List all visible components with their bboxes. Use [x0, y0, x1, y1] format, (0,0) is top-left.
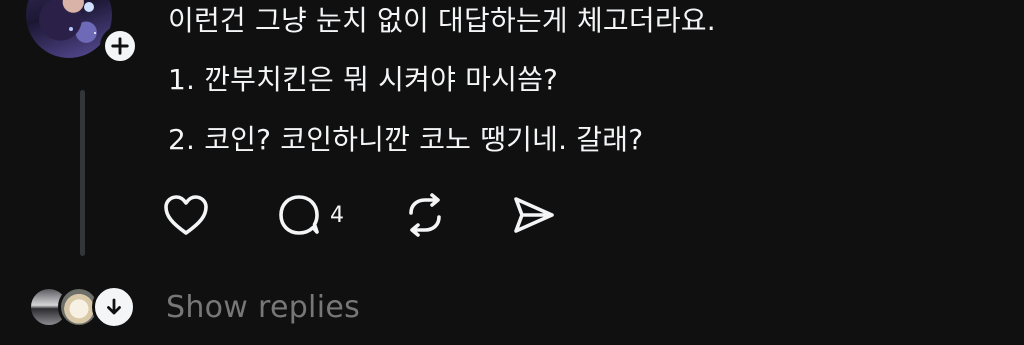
arrow-down-icon [107, 298, 121, 315]
author-avatar[interactable] [26, 0, 112, 58]
share-button[interactable] [510, 192, 556, 238]
show-replies-link[interactable]: Show replies [166, 290, 360, 325]
send-icon [514, 197, 554, 233]
post-text-line-1: 이런건 그냥 눈치 없이 대답하는게 체고더라요. [168, 4, 716, 37]
thread-line [80, 90, 85, 256]
post-text-line-3: 2. 코인? 코인하니깐 코노 땡기네. 갈래? [168, 123, 644, 156]
like-button[interactable] [162, 193, 210, 237]
plus-icon [111, 37, 129, 55]
thread-post: 이런건 그냥 눈치 없이 대답하는게 체고더라요. 1. 깐부치킨은 뭐 시켜야… [0, 0, 1024, 345]
comment-bubble-icon [279, 195, 319, 235]
reply-count: 4 [330, 202, 344, 228]
repost-icon [409, 193, 441, 237]
post-text-line-2: 1. 깐부치킨은 뭐 시켜야 마시씀? [168, 63, 559, 96]
show-replies-row[interactable]: Show replies [28, 284, 360, 330]
heart-icon [164, 195, 208, 235]
follow-button[interactable] [100, 26, 140, 66]
expand-replies-button[interactable] [92, 285, 136, 329]
reply-button[interactable]: 4 [276, 192, 344, 238]
post-actions: 4 [162, 190, 556, 240]
repost-button[interactable] [402, 192, 448, 238]
